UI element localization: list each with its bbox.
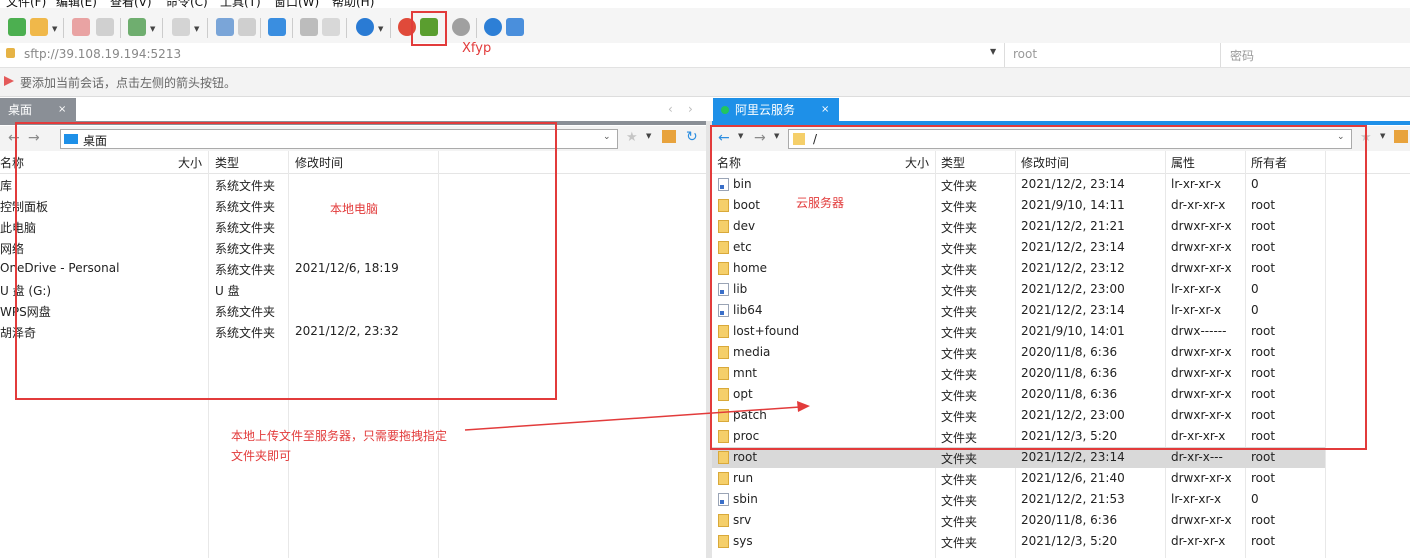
drag-arrow-head <box>797 401 810 412</box>
drag-arrow <box>464 401 810 431</box>
drag-arrow-line <box>464 406 801 431</box>
